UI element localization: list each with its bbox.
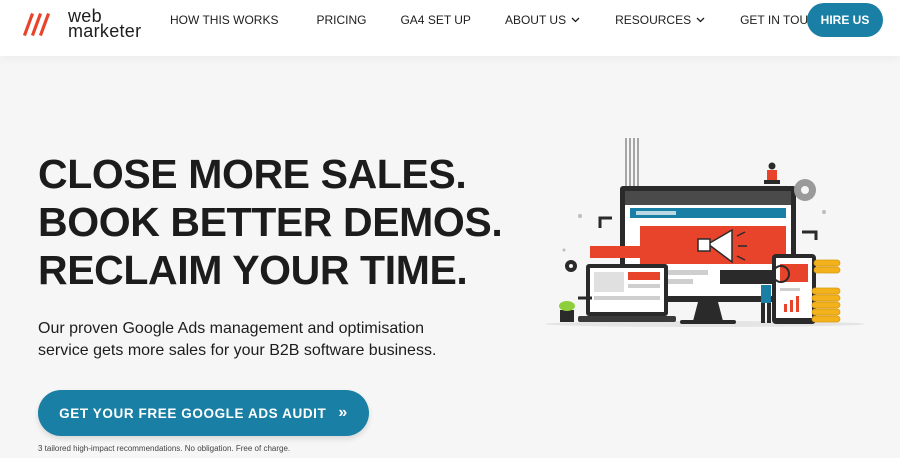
logo-word-2: marketer bbox=[68, 21, 142, 41]
headline-line-2: BOOK BETTER DEMOS. bbox=[38, 199, 503, 245]
nav-resources[interactable]: RESOURCES bbox=[615, 13, 705, 27]
nav-resources-label: RESOURCES bbox=[615, 13, 692, 27]
logo-mark-icon bbox=[22, 12, 51, 36]
main-nav: HOW THIS WORKS PRICING GA4 SET UP ABOUT … bbox=[170, 0, 825, 40]
nav-pricing[interactable]: PRICING bbox=[316, 13, 366, 27]
hire-us-button[interactable]: HIRE US bbox=[807, 3, 883, 37]
digital-marketing-illustration bbox=[545, 138, 865, 327]
site-header: web marketer HOW THIS WORKS PRICING GA4 … bbox=[0, 0, 900, 56]
headline-line-3: RECLAIM YOUR TIME. bbox=[38, 247, 468, 293]
free-audit-button[interactable]: GET YOUR FREE GOOGLE ADS AUDIT » bbox=[38, 390, 369, 436]
double-chevron-right-icon: » bbox=[338, 404, 348, 421]
free-audit-label: GET YOUR FREE GOOGLE ADS AUDIT bbox=[59, 405, 327, 421]
chevron-down-icon bbox=[571, 17, 580, 23]
hero-subtext: Our proven Google Ads management and opt… bbox=[38, 320, 437, 359]
logo-text: web marketer bbox=[68, 7, 142, 41]
hero-headline: CLOSE MORE SALES. BOOK BETTER DEMOS. REC… bbox=[38, 150, 503, 294]
nav-about-us-label: ABOUT US bbox=[504, 13, 567, 27]
chevron-down-icon bbox=[696, 17, 705, 23]
nav-how-this-works[interactable]: HOW THIS WORKS bbox=[170, 13, 278, 27]
cta-note: 3 tailored high-impact recommendations. … bbox=[38, 444, 291, 453]
logo[interactable]: web marketer bbox=[22, 7, 141, 40]
headline-line-1: CLOSE MORE SALES. bbox=[38, 151, 467, 197]
nav-about-us[interactable]: ABOUT US bbox=[505, 13, 580, 27]
nav-ga4-setup[interactable]: GA4 SET UP bbox=[400, 13, 470, 27]
